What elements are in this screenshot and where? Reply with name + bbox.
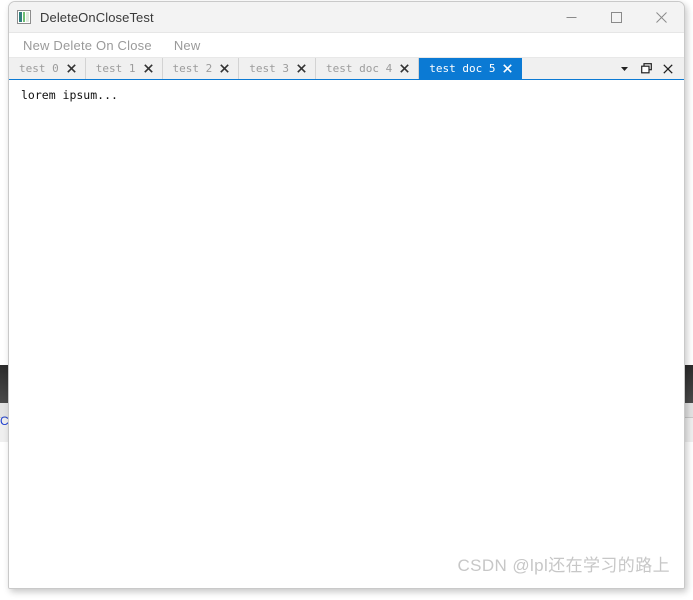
- maximize-icon[interactable]: [594, 2, 639, 32]
- close-icon[interactable]: [143, 63, 154, 74]
- window-title: DeleteOnCloseTest: [40, 9, 154, 25]
- tab-test-0[interactable]: test 0: [9, 58, 86, 79]
- close-icon[interactable]: [399, 63, 410, 74]
- menu-item-new-delete-on-close[interactable]: New Delete On Close: [23, 38, 152, 53]
- tab-strip-actions: [613, 58, 684, 79]
- close-icon[interactable]: [296, 63, 307, 74]
- tab-strip: test 0 test 1 test 2 test 3 test doc 4 t…: [9, 58, 684, 82]
- tab-test-3[interactable]: test 3: [239, 58, 316, 79]
- menu-item-new[interactable]: New: [174, 38, 201, 53]
- tab-list: test 0 test 1 test 2 test 3 test doc 4 t…: [9, 58, 613, 79]
- tab-test-2[interactable]: test 2: [162, 58, 240, 79]
- tab-label: test doc 5: [429, 62, 496, 75]
- tab-label: test 3: [249, 62, 289, 75]
- tab-test-1[interactable]: test 1: [85, 58, 163, 79]
- chevron-down-icon[interactable]: [613, 58, 635, 79]
- tab-label: test 0: [19, 62, 59, 75]
- tab-test-doc-5[interactable]: test doc 5: [419, 58, 523, 79]
- close-icon[interactable]: [502, 63, 513, 74]
- watermark: CSDN @lpl还在学习的路上: [457, 556, 670, 575]
- tab-label: test doc 4: [326, 62, 393, 75]
- tab-test-doc-4[interactable]: test doc 4: [316, 58, 420, 79]
- minimize-icon[interactable]: [549, 2, 594, 32]
- tab-label: test 1: [95, 62, 136, 75]
- window-controls: [549, 2, 684, 32]
- close-icon[interactable]: [639, 2, 684, 32]
- close-icon[interactable]: [657, 58, 679, 79]
- close-icon[interactable]: [66, 63, 77, 74]
- restore-window-icon[interactable]: [635, 58, 657, 79]
- document-text[interactable]: lorem ipsum...: [21, 88, 684, 102]
- application-window: DeleteOnCloseTest New Delete On Close Ne…: [8, 1, 685, 589]
- app-squares-icon: [17, 10, 31, 24]
- tab-label: test 2: [172, 62, 213, 75]
- document-editor[interactable]: lorem ipsum... CSDN @lpl还在学习的路上: [9, 80, 684, 588]
- close-icon[interactable]: [219, 63, 230, 74]
- title-bar[interactable]: DeleteOnCloseTest: [9, 2, 684, 33]
- menu-bar: New Delete On Close New: [9, 33, 684, 58]
